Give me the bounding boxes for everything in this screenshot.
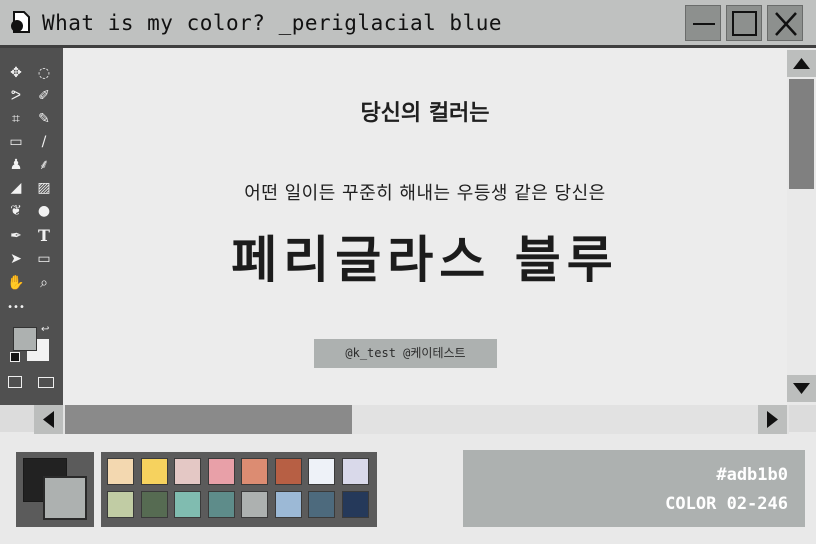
stamp-icon[interactable]: ♟ [6, 155, 26, 175]
zoom-icon[interactable]: ⌕ [34, 273, 54, 293]
canvas: 당신의 컬러는 어떤 일이든 꾸준히 해내는 우등생 같은 당신은 페리글라스 … [63, 48, 787, 405]
path-select-icon[interactable]: ➤ [6, 249, 26, 269]
quick-select-icon[interactable]: ✐ [34, 86, 54, 106]
color-swatch[interactable] [207, 458, 235, 485]
arrow-right-icon [767, 411, 778, 428]
app-window: What is my color? _periglacial blue ✥ ◌ … [0, 0, 816, 434]
more-tools-icon[interactable]: ••• [6, 298, 26, 318]
background-swatch[interactable] [43, 476, 87, 520]
scroll-up-button[interactable] [787, 50, 816, 77]
color-swatch[interactable] [241, 491, 268, 518]
arrow-down-icon [793, 383, 810, 394]
move-icon[interactable]: ✥ [6, 63, 26, 83]
tool-panel: ✥ ◌ ᕗ ✐ ⌗ ✎ ▭ / ♟ ⸙ ◢ ▨ ❦ ● ✒ T ➤ ▭ ✋ ⌕ … [0, 48, 63, 405]
dodge-icon[interactable]: ● [34, 201, 54, 221]
default-colors-icon[interactable] [10, 352, 20, 362]
color-swatch[interactable] [107, 458, 134, 485]
scroll-right-button[interactable] [758, 405, 787, 434]
eraser-icon[interactable]: ◢ [6, 178, 26, 198]
color-swatch[interactable] [308, 491, 335, 518]
color-swatch[interactable] [341, 458, 369, 485]
scroll-left-button[interactable] [34, 405, 63, 434]
gradient-icon[interactable]: ▨ [34, 178, 54, 198]
color-swatch[interactable] [207, 491, 235, 518]
color-swatch[interactable] [341, 491, 369, 518]
color-code: COLOR 02-246 [665, 494, 788, 514]
horizontal-scrollbar[interactable] [34, 405, 789, 434]
foreground-color-chip[interactable] [13, 327, 37, 351]
window-title: What is my color? _periglacial blue [42, 11, 503, 35]
maximize-button[interactable] [726, 5, 762, 41]
horizontal-scroll-thumb[interactable] [65, 405, 352, 434]
result-subtitle: 당신의 컬러는 [360, 101, 490, 126]
hex-code: #adb1b0 [716, 465, 788, 485]
scroll-down-button[interactable] [787, 375, 816, 402]
quick-mask-icon[interactable] [8, 376, 22, 388]
app-icon [9, 10, 33, 34]
close-icon [775, 12, 797, 36]
swatch-palette [101, 452, 377, 527]
color-swatch[interactable] [107, 491, 134, 518]
color-swatch[interactable] [308, 458, 335, 485]
maximize-icon [732, 11, 757, 36]
screen-mode-icon[interactable] [38, 377, 54, 388]
color-swatch[interactable] [274, 458, 302, 485]
smudge-icon[interactable]: ❦ [6, 201, 26, 221]
personality-description: 어떤 일이든 꾸준히 해내는 우등생 같은 당신은 [244, 183, 606, 204]
color-info-panel: #adb1b0 COLOR 02-246 [463, 450, 805, 527]
rectangle-icon[interactable]: ▭ [34, 249, 54, 269]
minimize-button[interactable] [685, 5, 721, 41]
color-swatch[interactable] [140, 458, 168, 485]
crop-icon[interactable]: ⌗ [6, 109, 26, 129]
brush-icon[interactable]: / [34, 132, 54, 152]
arrow-left-icon [43, 411, 54, 428]
close-button[interactable] [767, 5, 803, 41]
healing-icon[interactable]: ▭ [6, 132, 26, 152]
color-swatch[interactable] [241, 458, 268, 485]
color-chip-panel [16, 452, 94, 527]
swap-colors-icon[interactable]: ↩ [41, 324, 49, 335]
lasso-icon[interactable]: ᕗ [6, 86, 26, 106]
ellipse-select-icon[interactable]: ◌ [34, 63, 54, 83]
hand-icon[interactable]: ✋ [6, 273, 26, 293]
vertical-scrollbar[interactable] [787, 48, 816, 405]
type-icon[interactable]: T [34, 226, 54, 246]
eyedropper-icon[interactable]: ✎ [34, 109, 54, 129]
color-swatch[interactable] [174, 491, 201, 518]
color-swatch[interactable] [274, 491, 302, 518]
credit-label: @k_test @케이테스트 [314, 339, 497, 368]
title-bar: What is my color? _periglacial blue [0, 0, 816, 48]
history-brush-icon[interactable]: ⸙ [34, 155, 54, 175]
pen-icon[interactable]: ✒ [6, 226, 26, 246]
minimize-icon [693, 23, 715, 25]
arrow-up-icon [793, 58, 810, 69]
color-swatch[interactable] [140, 491, 168, 518]
color-swatch[interactable] [174, 458, 201, 485]
vertical-scroll-thumb[interactable] [789, 79, 814, 189]
color-name-title: 페리글라스 블루 [231, 231, 619, 289]
